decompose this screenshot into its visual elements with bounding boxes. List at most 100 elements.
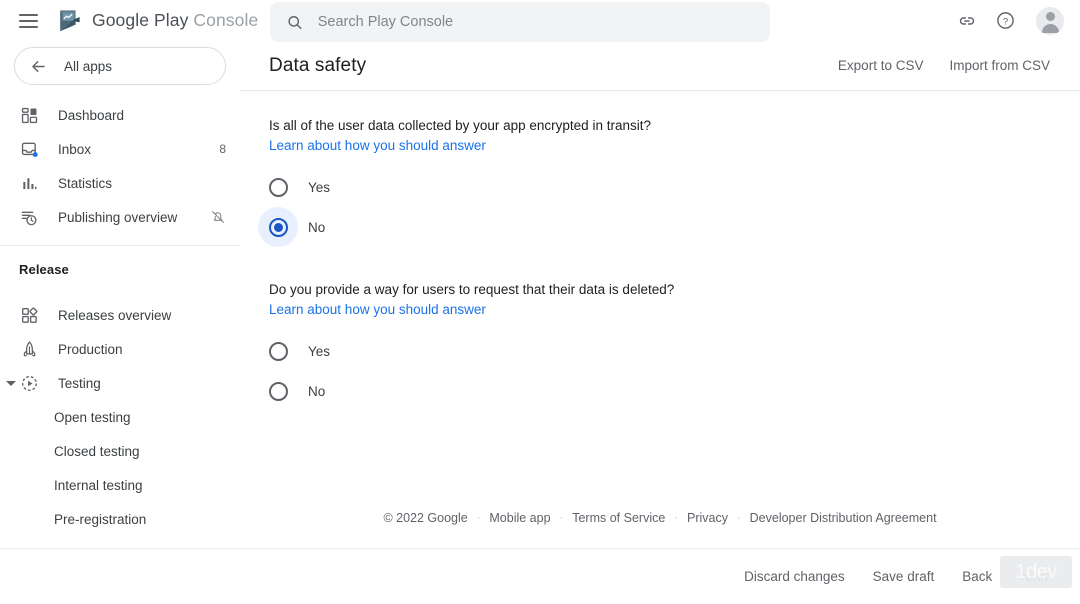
sidebar-label-statistics: Statistics: [58, 176, 112, 191]
sidebar-item-closed-testing[interactable]: Closed testing: [0, 434, 240, 468]
sidebar-navigation: All apps Dashboard: [0, 41, 240, 604]
page-header: Data safety Export to CSV Import from CS…: [240, 41, 1080, 90]
radio-label-yes: Yes: [308, 180, 330, 195]
learn-more-link[interactable]: Learn about how you should answer: [269, 302, 486, 317]
question-block: Is all of the user data collected by you…: [269, 117, 1051, 247]
brand-logo-group[interactable]: Google Play Console: [57, 8, 258, 34]
brand-secondary-text: Console: [193, 10, 258, 30]
inbox-badge-count: 8: [219, 142, 226, 156]
footer-separator: ·: [737, 512, 741, 524]
caret-down-icon[interactable]: [4, 376, 18, 390]
radio-option-yes[interactable]: Yes: [269, 167, 1051, 207]
sidebar-section-release: Release: [0, 246, 240, 285]
arrow-back-icon: [29, 57, 48, 76]
link-chain-icon[interactable]: [950, 4, 984, 38]
all-apps-button[interactable]: All apps: [14, 47, 226, 85]
form-content: Is all of the user data collected by you…: [240, 91, 1080, 411]
page-header-actions: Export to CSV Import from CSV: [838, 58, 1050, 73]
footer-copyright: © 2022 Google: [383, 511, 467, 525]
sidebar-item-production[interactable]: Production: [0, 332, 240, 366]
footer-link-mobile-app[interactable]: Mobile app: [489, 511, 550, 525]
radio-hit-area[interactable]: [258, 331, 298, 371]
sidebar-item-publishing-overview[interactable]: Publishing overview: [0, 200, 240, 234]
help-question-icon[interactable]: ?: [988, 4, 1022, 38]
user-avatar-icon[interactable]: [1036, 7, 1064, 35]
next-button-wrapper: Next 1dev: [1006, 560, 1062, 593]
import-from-csv-button[interactable]: Import from CSV: [949, 58, 1050, 73]
bottom-action-bar: Discard changes Save draft Back Next 1de…: [0, 549, 1080, 604]
top-app-bar: Google Play Console ?: [0, 0, 1080, 41]
radio-label-yes: Yes: [308, 344, 330, 359]
sidebar-item-statistics[interactable]: Statistics: [0, 166, 240, 200]
learn-more-link[interactable]: Learn about how you should answer: [269, 138, 486, 153]
footer-link-developer-distribution-agreement[interactable]: Developer Distribution Agreement: [750, 511, 937, 525]
sidebar-label-dashboard: Dashboard: [58, 108, 124, 123]
dashboard-icon: [19, 105, 39, 125]
primary-nav-list: Dashboard Inbox 8: [0, 98, 240, 234]
radio-option-no[interactable]: No: [269, 371, 1051, 411]
all-apps-label: All apps: [64, 59, 112, 74]
sidebar-label-closed-testing: Closed testing: [54, 444, 140, 459]
play-console-app: Google Play Console ?: [0, 0, 1080, 604]
publishing-overview-icon: [19, 207, 39, 227]
radio-button-unchecked[interactable]: [269, 342, 288, 361]
footer-separator: ·: [560, 512, 564, 524]
discard-changes-button[interactable]: Discard changes: [730, 560, 859, 593]
svg-text:?: ?: [1002, 16, 1007, 27]
next-button[interactable]: Next: [1006, 560, 1062, 593]
sidebar-item-internal-testing[interactable]: Internal testing: [0, 468, 240, 502]
radio-hit-area[interactable]: [258, 371, 298, 411]
rocket-icon: [19, 339, 39, 359]
radio-hit-area[interactable]: [258, 207, 298, 247]
sidebar-item-open-testing[interactable]: Open testing: [0, 400, 240, 434]
radio-label-no: No: [308, 220, 325, 235]
save-draft-button[interactable]: Save draft: [859, 560, 949, 593]
brand-primary-text: Google Play: [92, 10, 188, 30]
notifications-off-icon[interactable]: [210, 209, 226, 225]
sidebar-label-inbox: Inbox: [58, 142, 91, 157]
sidebar-item-pre-registration[interactable]: Pre-registration: [0, 502, 240, 536]
sidebar-item-testing[interactable]: Testing: [0, 366, 240, 400]
sidebar-label-open-testing: Open testing: [54, 410, 131, 425]
radio-label-no: No: [308, 384, 325, 399]
footer-links: © 2022 Google · Mobile app · Terms of Se…: [240, 511, 1080, 525]
footer-link-terms-of-service[interactable]: Terms of Service: [572, 511, 665, 525]
radio-button-unchecked[interactable]: [269, 382, 288, 401]
main-content: Data safety Export to CSV Import from CS…: [240, 41, 1080, 604]
sidebar-label-testing: Testing: [58, 376, 101, 391]
footer-separator: ·: [674, 512, 678, 524]
top-bar-actions: ?: [950, 0, 1070, 41]
sidebar-item-dashboard[interactable]: Dashboard: [0, 98, 240, 132]
question-text: Is all of the user data collected by you…: [269, 117, 1051, 135]
radio-group: Yes No: [269, 167, 1051, 247]
radio-group: Yes No: [269, 331, 1051, 411]
radio-button-unchecked[interactable]: [269, 178, 288, 197]
search-bar[interactable]: [270, 2, 770, 42]
brand-title: Google Play Console: [92, 10, 258, 31]
sidebar-label-publishing-overview: Publishing overview: [58, 210, 177, 225]
sidebar-label-releases-overview: Releases overview: [58, 308, 171, 323]
hamburger-menu-icon[interactable]: [19, 9, 43, 33]
releases-overview-icon: [19, 305, 39, 325]
page-title: Data safety: [269, 55, 366, 77]
question-block: Do you provide a way for users to reques…: [269, 281, 1051, 411]
inbox-icon: [19, 139, 39, 159]
release-nav-list: Releases overview Production: [0, 298, 240, 536]
sidebar-item-releases-overview[interactable]: Releases overview: [0, 298, 240, 332]
search-input[interactable]: [318, 14, 754, 30]
sidebar-label-internal-testing: Internal testing: [54, 478, 143, 493]
radio-hit-area[interactable]: [258, 167, 298, 207]
footer-link-privacy[interactable]: Privacy: [687, 511, 728, 525]
sidebar-label-production: Production: [58, 342, 123, 357]
radio-button-checked[interactable]: [269, 218, 288, 237]
search-icon: [286, 13, 304, 32]
radio-option-yes[interactable]: Yes: [269, 331, 1051, 371]
google-play-logo-icon: [57, 8, 83, 34]
radio-option-no[interactable]: No: [269, 207, 1051, 247]
export-to-csv-button[interactable]: Export to CSV: [838, 58, 924, 73]
testing-play-icon: [19, 373, 39, 393]
sidebar-item-inbox[interactable]: Inbox 8: [0, 132, 240, 166]
back-button[interactable]: Back: [948, 560, 1006, 593]
question-text: Do you provide a way for users to reques…: [269, 281, 1051, 299]
sidebar-label-pre-registration: Pre-registration: [54, 512, 146, 527]
